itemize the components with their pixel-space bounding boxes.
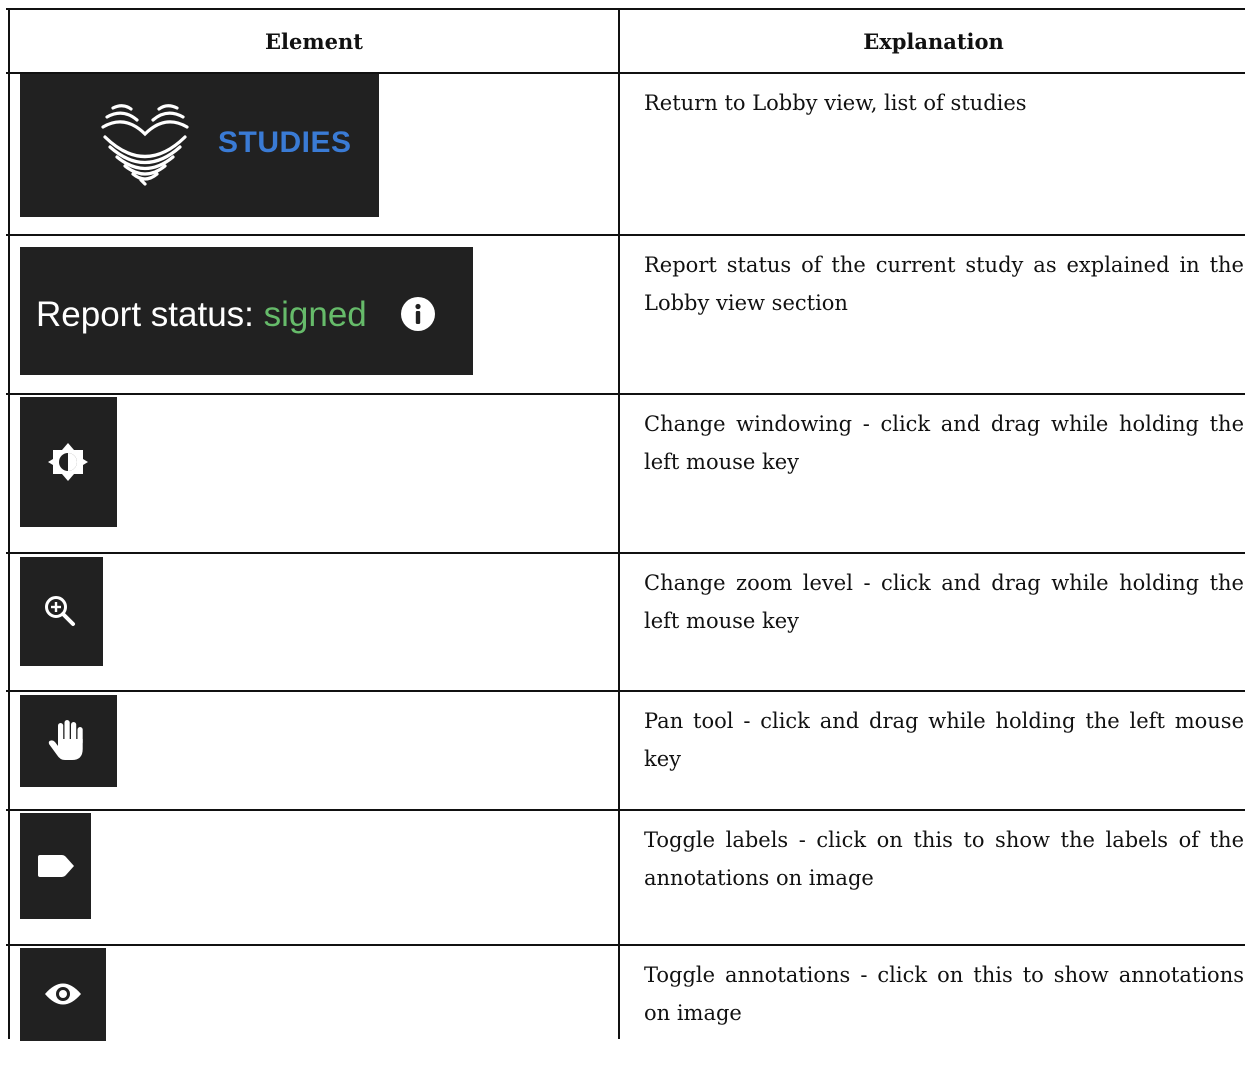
explanation-labels: Toggle labels - click on this to show th… xyxy=(644,828,1244,890)
table-row-pan: Pan tool - click and drag while holding … xyxy=(8,692,1245,809)
pan-hand-icon xyxy=(47,719,89,767)
report-status-text: Report status: signed xyxy=(36,295,367,335)
explanation-studies: Return to Lobby view, list of studies xyxy=(644,91,1027,115)
header-element: Element xyxy=(265,29,363,54)
studies-label: STUDIES xyxy=(218,126,352,159)
explanation-windowing: Change windowing - click and drag while … xyxy=(644,412,1244,474)
eye-icon xyxy=(43,981,83,1011)
pan-button[interactable] xyxy=(20,695,117,787)
report-status-value: signed xyxy=(263,295,367,334)
windowing-button[interactable] xyxy=(20,397,117,527)
explanation-annotations: Toggle annotations - click on this to sh… xyxy=(644,963,1244,1025)
toggle-annotations-button[interactable] xyxy=(20,948,106,1041)
brightness-icon xyxy=(47,441,89,487)
report-status-widget[interactable]: Report status: signed xyxy=(20,247,473,375)
table-row-annotations: Toggle annotations - click on this to sh… xyxy=(8,946,1245,1041)
explanation-pan: Pan tool - click and drag while holding … xyxy=(644,709,1244,771)
heart-waves-logo-icon xyxy=(85,94,205,198)
toggle-labels-button[interactable] xyxy=(20,813,91,919)
zoom-button[interactable] xyxy=(20,557,103,666)
table-row-labels: Toggle labels - click on this to show th… xyxy=(8,811,1245,944)
table-header-row: Element Explanation xyxy=(8,10,1245,72)
header-explanation: Explanation xyxy=(863,29,1004,54)
info-icon[interactable] xyxy=(400,296,436,336)
table-row-report-status: Report status: signed Report status of t… xyxy=(8,236,1245,393)
zoom-in-icon xyxy=(42,593,78,633)
table-row-zoom: Change zoom level - click and drag while… xyxy=(8,554,1245,690)
explanation-zoom: Change zoom level - click and drag while… xyxy=(644,571,1244,633)
table-row-studies: STUDIES Return to Lobby view, list of st… xyxy=(8,74,1245,234)
studies-button[interactable]: STUDIES xyxy=(20,74,379,217)
label-tag-icon xyxy=(36,853,76,883)
report-status-label: Report status: xyxy=(36,295,254,334)
explanation-report-status: Report status of the current study as ex… xyxy=(644,253,1244,315)
table-row-windowing: Change windowing - click and drag while … xyxy=(8,395,1245,552)
ui-elements-table: Element Explanation STUDIES Return to Lo… xyxy=(6,8,1245,1041)
